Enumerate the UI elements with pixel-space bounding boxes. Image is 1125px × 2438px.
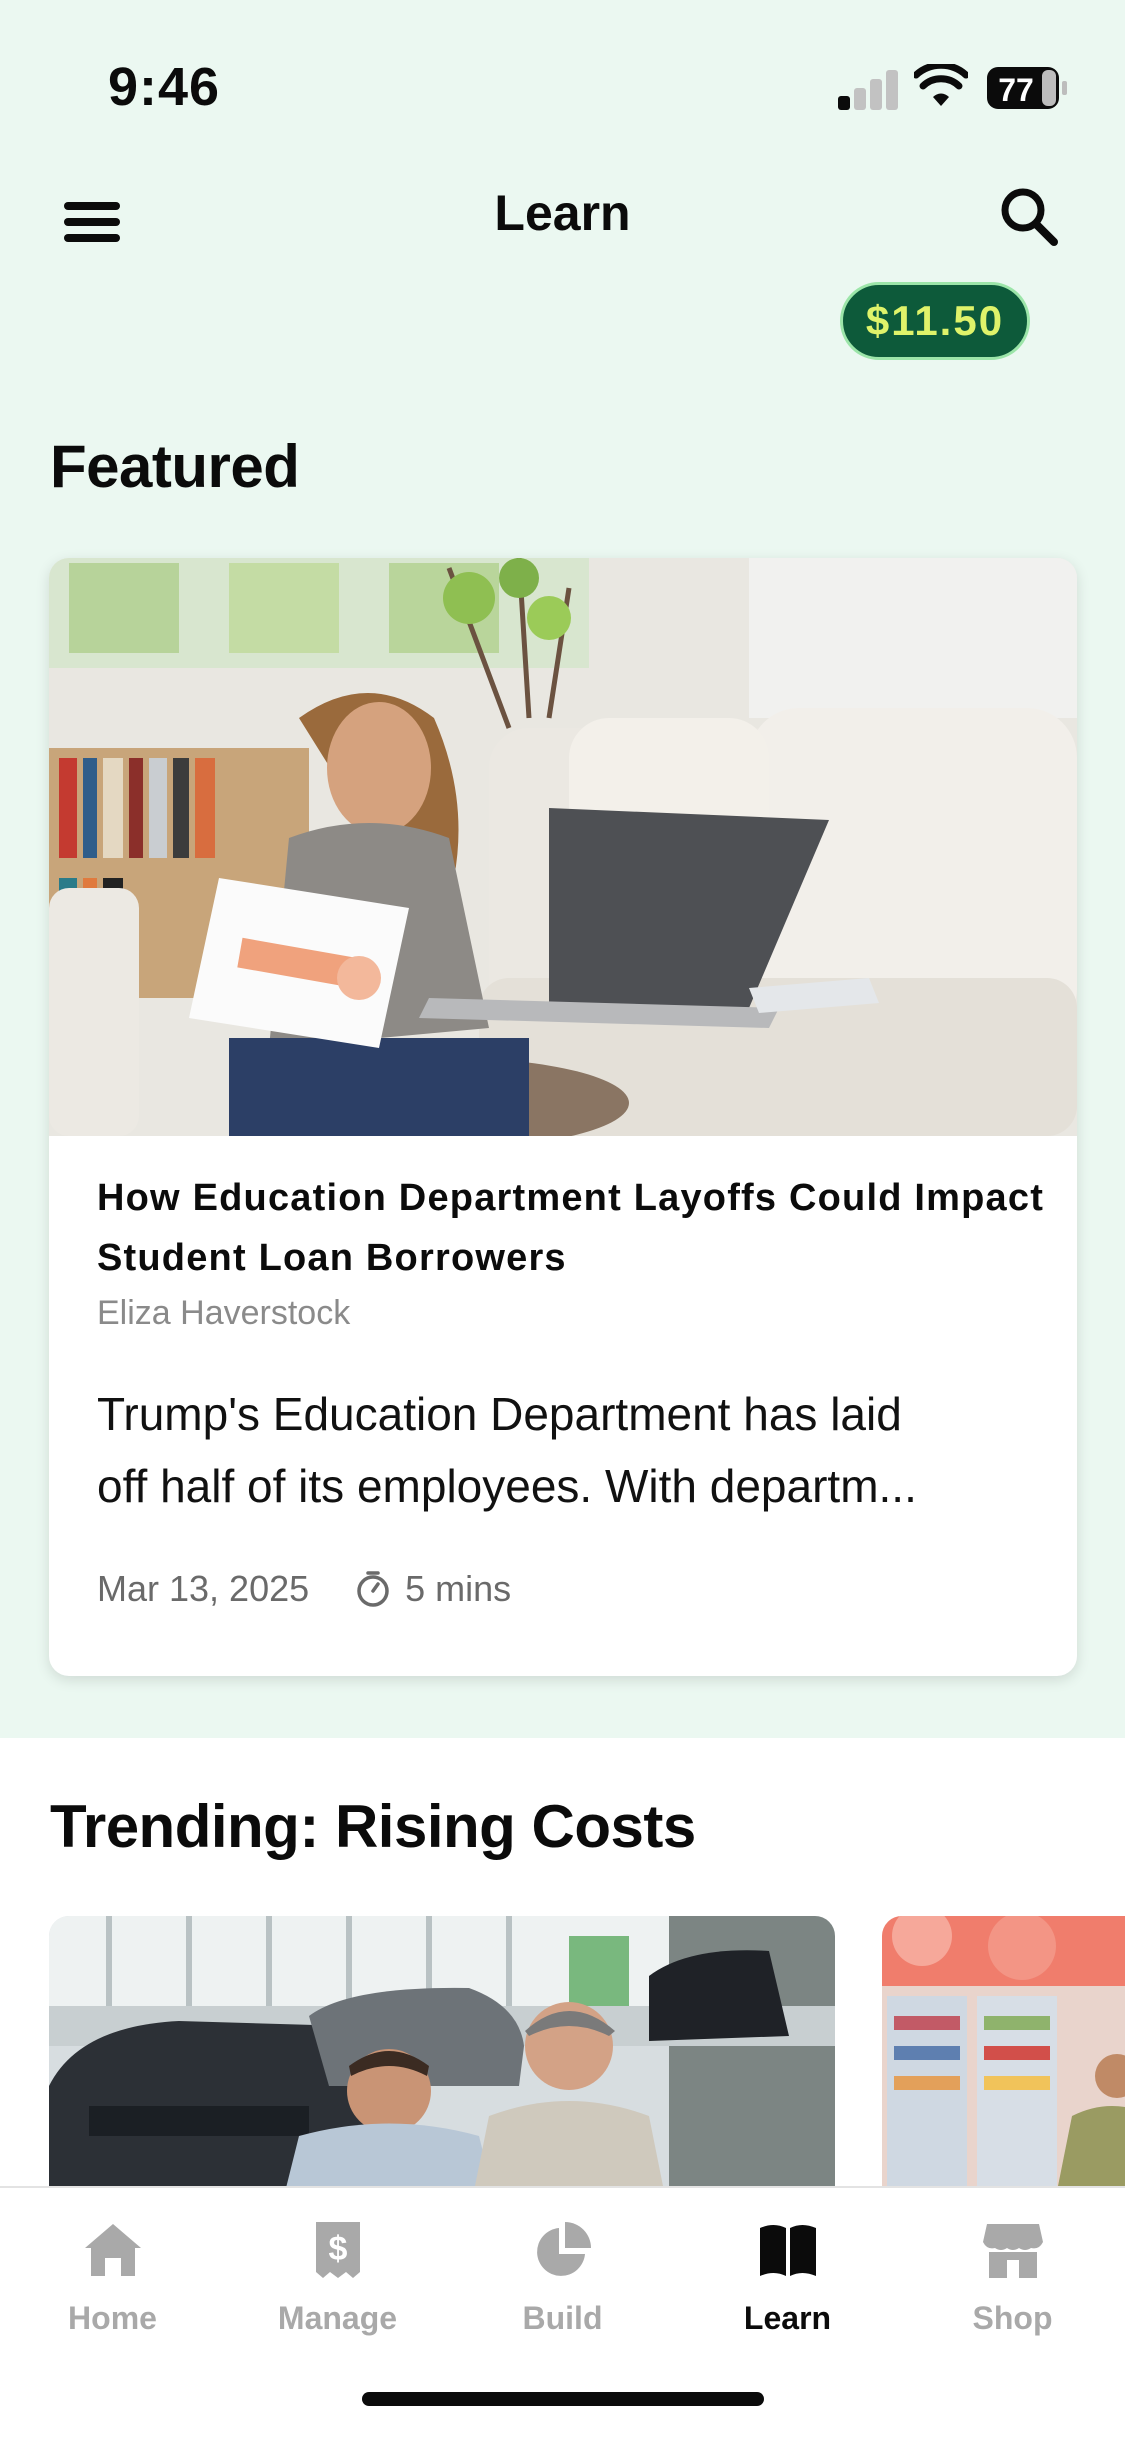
nav-header: Learn [0,170,1125,270]
home-indicator [362,2392,764,2406]
dollar-document-icon: $ [315,2222,360,2278]
cellular-signal-icon [838,68,900,110]
battery-level: 77 [998,72,1034,108]
storefront-icon [982,2224,1043,2278]
tab-label: Manage [277,2300,398,2336]
pie-chart-icon [536,2222,591,2276]
tab-build[interactable]: Build [450,2218,675,2368]
tab-label: Home [68,2300,157,2336]
home-icon [84,2224,141,2276]
article-photo [49,1916,835,2186]
wifi-icon [914,64,968,106]
tab-label: Build [522,2300,603,2336]
article-excerpt-line: off half of its employees. With departm.… [97,1460,917,1512]
page-title: Learn [494,185,631,241]
featured-section-title: Featured [50,433,300,500]
tab-learn[interactable]: Learn [675,2218,900,2368]
battery-icon: 77 [987,67,1067,109]
open-book-icon [759,2225,816,2276]
svg-text:$: $ [328,2230,347,2268]
article-headline: How Education Department Layoffs Could I… [97,1177,1045,1279]
article-date: Mar 13, 2025 [97,1568,310,1609]
article-author: Eliza Haverstock [97,1294,351,1332]
tab-label: Learn [743,2300,832,2336]
article-excerpt: Trump's Education Department has laid of… [97,1378,1057,1522]
trending-article-card[interactable] [882,1916,1125,2186]
featured-article-card[interactable]: How Education Department Layoffs Could I… [49,558,1077,1676]
trending-section-title: Trending: Rising Costs [50,1793,696,1860]
status-time: 9:46 [108,57,221,117]
status-bar: 9:46 77 [0,0,1125,170]
search-icon[interactable] [996,184,1062,250]
article-photo [882,1916,1125,2186]
article-read-time: 5 mins [405,1568,512,1609]
tab-home[interactable]: Home [0,2218,225,2368]
trending-carousel[interactable] [0,1916,1125,2186]
tab-shop[interactable]: Shop [900,2218,1125,2368]
trending-article-card[interactable] [49,1916,835,2186]
article-excerpt-line: Trump's Education Department has laid [97,1388,902,1440]
timer-icon [357,1571,389,1607]
article-meta: Mar 13, 2025 5 mins [97,1564,511,1614]
tab-label: Shop [972,2300,1053,2336]
tab-manage[interactable]: $ Manage [225,2218,450,2368]
article-photo [49,558,1077,1136]
balance-badge[interactable]: $11.50 [840,282,1030,360]
